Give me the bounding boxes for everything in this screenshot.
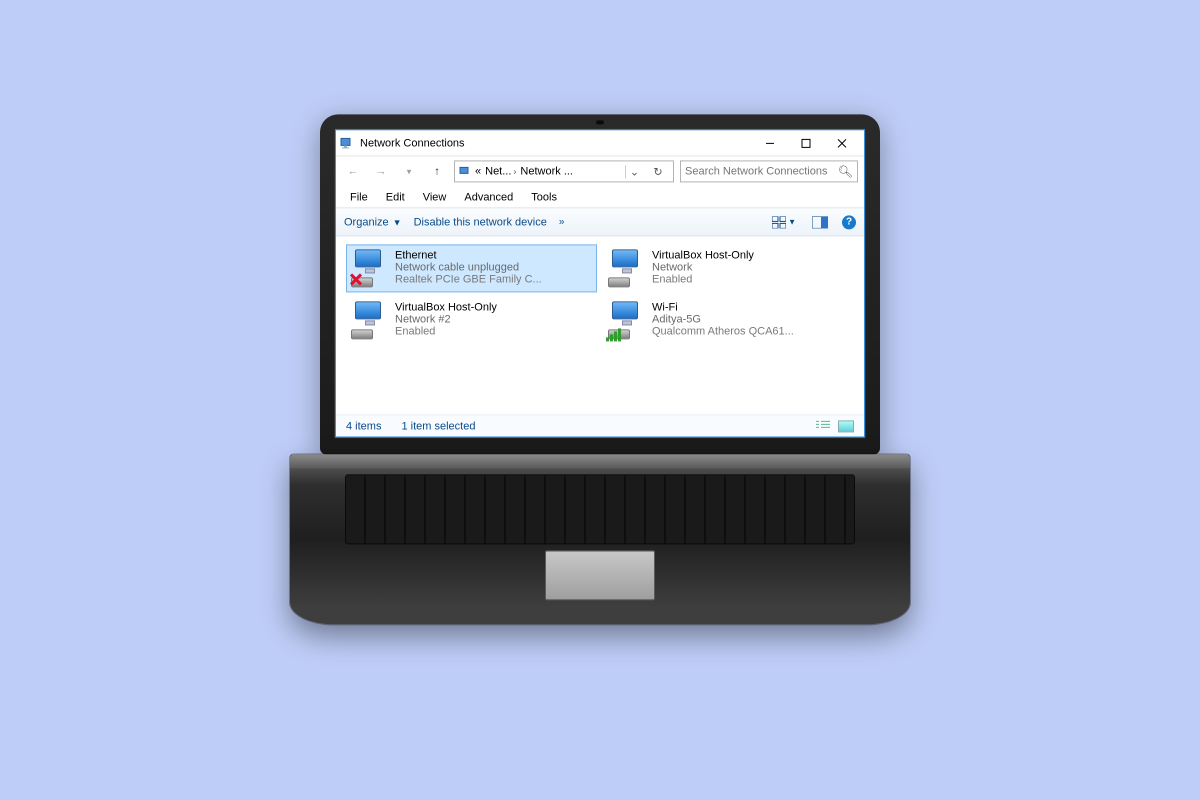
- window-title: Network Connections: [360, 137, 465, 149]
- address-dropdown[interactable]: ⌄: [625, 165, 643, 178]
- laptop-base: [290, 454, 910, 624]
- status-item-count: 4 items: [346, 420, 381, 432]
- wifi-signal-icon: [606, 328, 621, 341]
- connection-name: Wi-Fi: [652, 301, 794, 313]
- help-button[interactable]: ?: [842, 215, 856, 229]
- laptop-keyboard: [345, 474, 855, 544]
- refresh-button[interactable]: ↻: [647, 165, 669, 178]
- breadcrumb-1[interactable]: Network ...: [520, 165, 573, 177]
- connection-icon: [608, 249, 646, 287]
- maximize-button[interactable]: [788, 132, 824, 154]
- nav-back-button[interactable]: ←: [342, 160, 364, 182]
- menu-edit[interactable]: Edit: [378, 189, 413, 205]
- large-icons-view-icon[interactable]: [838, 420, 854, 432]
- search-icon: 🔍︎: [838, 164, 853, 178]
- webcam: [596, 120, 604, 124]
- nav-forward-button[interactable]: →: [370, 160, 392, 182]
- connection-name: VirtualBox Host-Only: [395, 301, 497, 313]
- view-layout-button[interactable]: ▼: [770, 214, 798, 230]
- connection-icon: [351, 301, 389, 339]
- address-row: ← → ▾ ↑ « Net... › Network ...: [336, 156, 864, 186]
- recent-dropdown[interactable]: ▾: [398, 160, 420, 182]
- search-box[interactable]: 🔍︎: [680, 160, 858, 182]
- connection-status: Network: [652, 261, 754, 273]
- command-bar: Organize▼ Disable this network device » …: [336, 208, 864, 236]
- connection-device: Enabled: [395, 325, 497, 337]
- window-icon: [340, 136, 354, 150]
- preview-pane-button[interactable]: [810, 214, 830, 230]
- connection-device: Realtek PCIe GBE Family C...: [395, 273, 542, 285]
- connection-icon: [608, 301, 646, 339]
- organize-button[interactable]: Organize▼: [344, 216, 402, 228]
- menubar: File Edit View Advanced Tools: [336, 186, 864, 208]
- disable-device-button[interactable]: Disable this network device: [414, 216, 547, 228]
- connection-device: Enabled: [652, 273, 754, 285]
- network-connections-window: Network Connections: [335, 129, 865, 437]
- close-button[interactable]: [824, 132, 860, 154]
- laptop-mock: Network Connections: [320, 114, 880, 624]
- connection-item[interactable]: EthernetNetwork cable unpluggedRealtek P…: [346, 244, 597, 292]
- more-commands-button[interactable]: »: [559, 216, 565, 227]
- connection-item[interactable]: VirtualBox Host-OnlyNetworkEnabled: [603, 244, 854, 292]
- address-bar[interactable]: « Net... › Network ... ⌄ ↻: [454, 160, 674, 182]
- connection-name: Ethernet: [395, 249, 542, 261]
- menu-file[interactable]: File: [342, 189, 376, 205]
- laptop-trackpad: [545, 550, 655, 600]
- laptop-lid: Network Connections: [320, 114, 880, 454]
- connection-icon: [351, 249, 389, 287]
- menu-view[interactable]: View: [415, 189, 455, 205]
- connections-list: EthernetNetwork cable unpluggedRealtek P…: [336, 236, 864, 414]
- search-input[interactable]: [685, 165, 838, 177]
- details-view-icon[interactable]: [816, 419, 830, 432]
- connection-item[interactable]: Wi-FiAditya-5GQualcomm Atheros QCA61...: [603, 296, 854, 344]
- status-bar: 4 items 1 item selected: [336, 414, 864, 436]
- connection-status: Network cable unplugged: [395, 261, 542, 273]
- menu-advanced[interactable]: Advanced: [456, 189, 521, 205]
- connection-device: Qualcomm Atheros QCA61...: [652, 325, 794, 337]
- menu-tools[interactable]: Tools: [523, 189, 565, 205]
- connection-name: VirtualBox Host-Only: [652, 249, 754, 261]
- connection-item[interactable]: VirtualBox Host-OnlyNetwork #2Enabled: [346, 296, 597, 344]
- connection-status: Aditya-5G: [652, 313, 794, 325]
- titlebar: Network Connections: [336, 130, 864, 156]
- address-lead: «: [475, 165, 481, 177]
- minimize-button[interactable]: [752, 132, 788, 154]
- nav-up-button[interactable]: ↑: [426, 160, 448, 182]
- connection-status: Network #2: [395, 313, 497, 325]
- breadcrumb-0[interactable]: Net...: [485, 165, 511, 177]
- chevron-right-icon: ›: [513, 166, 516, 176]
- laptop-screen: Network Connections: [334, 128, 866, 438]
- status-selected-count: 1 item selected: [401, 420, 475, 432]
- unplugged-badge-icon: [349, 272, 363, 289]
- control-panel-icon: [459, 165, 471, 177]
